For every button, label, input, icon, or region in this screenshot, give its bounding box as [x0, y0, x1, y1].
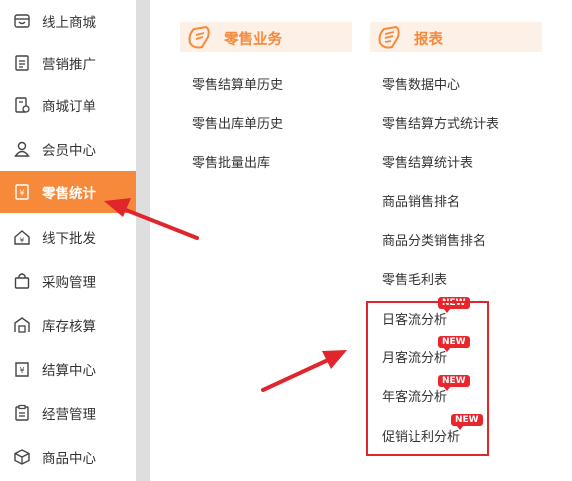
- svg-text:¥: ¥: [19, 366, 24, 375]
- sidebar-item-retail-stats[interactable]: ¥ 零售统计: [0, 171, 136, 213]
- sidebar-item-label: 线上商城: [42, 15, 96, 31]
- shopping-bag-icon: [14, 273, 30, 289]
- retail-business-header: 零售业务: [180, 22, 352, 52]
- sidebar-item-label: 零售统计: [42, 186, 96, 202]
- cube-icon: [14, 449, 30, 465]
- svg-text:¥: ¥: [20, 237, 25, 245]
- wholesale-icon: ¥: [14, 230, 30, 245]
- sidebar-item-store-orders[interactable]: 商城订单: [0, 84, 136, 126]
- sidebar-divider: [136, 0, 150, 481]
- megaphone-doc-icon: [15, 55, 29, 71]
- sidebar-item-label: 营销推广: [42, 57, 96, 73]
- sidebar-item-product-center[interactable]: 商品中心: [0, 436, 136, 478]
- retail-business-title: 零售业务: [224, 32, 282, 48]
- link-retail-outbound-history[interactable]: 零售出库单历史: [192, 113, 283, 132]
- annotation-highlight-box: [366, 301, 489, 456]
- warehouse-icon: [14, 317, 30, 333]
- svg-text:¥: ¥: [19, 189, 24, 198]
- sidebar-item-label: 库存核算: [42, 319, 96, 335]
- retail-stats-icon: ¥: [15, 184, 29, 200]
- clipboard-icon: [15, 404, 29, 421]
- sidebar-item-member-center[interactable]: 会员中心: [0, 128, 136, 170]
- store-icon: [14, 14, 30, 28]
- sidebar-item-label: 结算中心: [42, 363, 96, 379]
- member-icon: [14, 141, 30, 157]
- sidebar: 线上商城 营销推广 商城订单 会员中心 ¥ 零售统计 ¥ 线下批发 采购管理 库…: [0, 0, 136, 481]
- link-product-sales-ranking[interactable]: 商品销售排名: [382, 191, 460, 210]
- yen-settlement-icon: ¥: [15, 362, 29, 377]
- reports-header: 报表: [370, 22, 542, 52]
- sidebar-item-label: 采购管理: [42, 275, 96, 291]
- sidebar-item-label: 线下批发: [42, 231, 96, 247]
- sidebar-item-settlement[interactable]: ¥ 结算中心: [0, 348, 136, 390]
- reports-icon: [378, 25, 400, 49]
- link-retail-settlement-history[interactable]: 零售结算单历史: [192, 74, 283, 93]
- sidebar-item-online-store[interactable]: 线上商城: [0, 0, 136, 42]
- sidebar-item-label: 商品中心: [42, 451, 96, 467]
- link-retail-payment-method-stats[interactable]: 零售结算方式统计表: [382, 113, 499, 132]
- retail-business-icon: [188, 25, 210, 49]
- order-icon: [15, 97, 30, 113]
- link-retail-settlement-stats[interactable]: 零售结算统计表: [382, 152, 473, 171]
- sidebar-item-label: 经营管理: [42, 407, 96, 423]
- link-category-sales-ranking[interactable]: 商品分类销售排名: [382, 230, 486, 249]
- sidebar-item-label: 商城订单: [42, 99, 96, 115]
- reports-title: 报表: [414, 32, 443, 48]
- link-retail-data-center[interactable]: 零售数据中心: [382, 74, 460, 93]
- sidebar-item-operations[interactable]: 经营管理: [0, 392, 136, 434]
- sidebar-item-inventory[interactable]: 库存核算: [0, 304, 136, 346]
- link-retail-gross-profit[interactable]: 零售毛利表: [382, 269, 447, 288]
- link-retail-batch-outbound[interactable]: 零售批量出库: [192, 152, 270, 171]
- sidebar-item-marketing[interactable]: 营销推广: [0, 42, 136, 84]
- sidebar-item-offline-wholesale[interactable]: ¥ 线下批发: [0, 216, 136, 258]
- submenu-panel: 零售业务 零售结算单历史 零售出库单历史 零售批量出库 报表 零售数据中心 零售…: [150, 0, 572, 481]
- sidebar-item-purchase-mgmt[interactable]: 采购管理: [0, 260, 136, 302]
- sidebar-item-label: 会员中心: [42, 143, 96, 159]
